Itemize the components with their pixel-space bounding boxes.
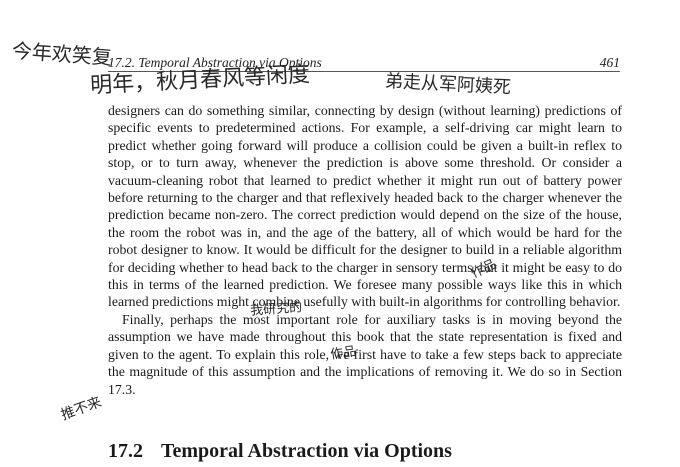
- paragraph-2: Finally, perhaps the most important role…: [108, 311, 622, 397]
- body-text: designers can do something similar, conn…: [108, 102, 622, 398]
- running-head-title: 17.2. Temporal Abstraction via Options: [108, 55, 322, 70]
- page-number: 461: [599, 55, 620, 70]
- handwritten-annotation-5: 推不来: [58, 394, 104, 424]
- section-title: Temporal Abstraction via Options: [161, 440, 452, 462]
- section-heading: 17.2 Temporal Abstraction via Options: [108, 440, 452, 463]
- paragraph-1: designers can do something similar, conn…: [108, 103, 622, 310]
- section-number: 17.2: [108, 440, 143, 462]
- handwritten-annotation-1: 今年欢笑复: [11, 38, 113, 70]
- running-head: 17.2. Temporal Abstraction via Options 4…: [108, 55, 620, 72]
